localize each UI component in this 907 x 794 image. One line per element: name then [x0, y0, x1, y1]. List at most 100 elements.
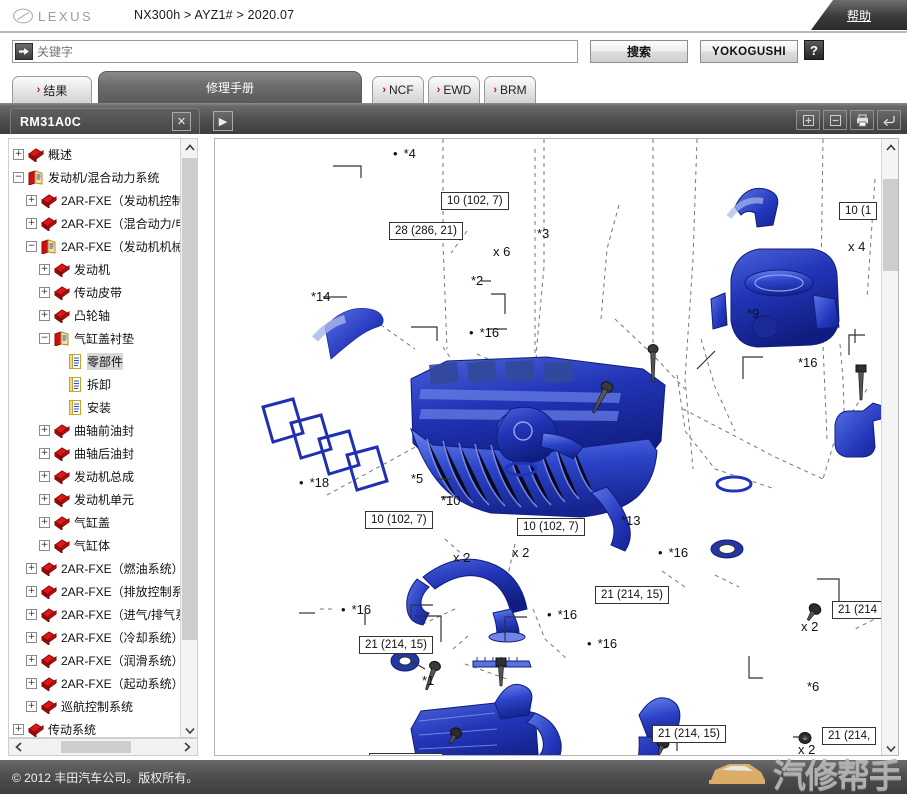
help-tab-label: 帮助: [846, 8, 871, 23]
zoom-out-icon[interactable]: [823, 110, 847, 130]
tree-item-19[interactable]: +2AR-FXE（排放控制系: [9, 580, 181, 603]
tree-item-12[interactable]: + 曲轴前油封: [9, 419, 181, 442]
tab-ewd[interactable]: › EWD: [428, 76, 480, 103]
tree-item-23[interactable]: +2AR-FXE（起动系统）: [9, 672, 181, 695]
tree-item-0[interactable]: + 概述: [9, 143, 181, 166]
expand-icon[interactable]: +: [39, 540, 50, 551]
expand-icon[interactable]: +: [39, 494, 50, 505]
tree-item-2[interactable]: +2AR-FXE（发动机控制: [9, 189, 181, 212]
navigation-tree-panel: + 概述 − 发动机/混合动力系统 +2AR-FXE（发动机控制 +2AR-FXE（混合动…: [8, 138, 198, 738]
expand-icon[interactable]: +: [26, 632, 37, 643]
expand-icon[interactable]: +: [26, 678, 37, 689]
zoom-in-icon[interactable]: [796, 110, 820, 130]
tree-item-label: 气缸盖: [74, 516, 111, 530]
search-input[interactable]: [33, 42, 577, 61]
tree-item-17[interactable]: + 气缸体: [9, 534, 181, 557]
expand-icon[interactable]: +: [39, 287, 50, 298]
help-tab-button[interactable]: 帮助: [811, 0, 907, 30]
tree-item-label: 发动机/混合动力系统: [48, 171, 160, 185]
expand-icon[interactable]: +: [39, 310, 50, 321]
tree-item-label: 发动机: [74, 263, 111, 277]
tree-scroll-down-icon[interactable]: [181, 722, 197, 737]
collapse-icon[interactable]: −: [26, 241, 37, 252]
tree-item-15[interactable]: + 发动机单元: [9, 488, 181, 511]
tree-item-20[interactable]: +2AR-FXE（进气/排气系: [9, 603, 181, 626]
expand-icon[interactable]: +: [13, 724, 24, 735]
tree-item-5[interactable]: + 发动机: [9, 258, 181, 281]
part-reference: x 4: [848, 239, 866, 254]
expand-icon[interactable]: +: [26, 586, 37, 597]
diagram-canvas[interactable]: 10 (102, 7) 28 (286, 21) 10 (1 10 (102, 7) 1…: [215, 139, 883, 755]
close-icon[interactable]: ✕: [172, 112, 191, 131]
book-icon: [41, 630, 57, 646]
expand-icon[interactable]: +: [39, 448, 50, 459]
print-icon[interactable]: [850, 110, 874, 130]
expand-icon[interactable]: +: [39, 425, 50, 436]
search-go-icon[interactable]: [15, 43, 33, 60]
torque-callout: 21 (214, 15): [652, 725, 727, 743]
tree-scroll-up-icon[interactable]: [181, 139, 197, 156]
tree-item-14[interactable]: + 发动机总成: [9, 465, 181, 488]
document-tab[interactable]: RM31A0C ✕: [10, 108, 200, 134]
tree-horizontal-scrollbar[interactable]: [8, 738, 198, 756]
tree-vertical-scrollbar[interactable]: [180, 139, 197, 737]
tree-item-22[interactable]: +2AR-FXE（润滑系统）: [9, 649, 181, 672]
page-icon: [67, 354, 83, 369]
document-scroll-up-icon[interactable]: [882, 139, 898, 156]
tab-arrow-icon: ›: [493, 84, 497, 96]
tree-scroll-left-icon[interactable]: [10, 739, 27, 755]
expand-icon[interactable]: +: [26, 563, 37, 574]
tree-item-13[interactable]: + 曲轴后油封: [9, 442, 181, 465]
tree-item-3[interactable]: +2AR-FXE（混合动力/电: [9, 212, 181, 235]
tree-item-10[interactable]: 拆卸: [9, 373, 181, 396]
book-icon: [41, 584, 57, 600]
tab-ncf[interactable]: › NCF: [372, 76, 424, 103]
help-question-icon[interactable]: ?: [804, 40, 824, 60]
tree-scroll-thumb[interactable]: [182, 158, 197, 640]
tree-item-6[interactable]: + 传动皮带: [9, 281, 181, 304]
main-area: + 概述 − 发动机/混合动力系统 +2AR-FXE（发动机控制 +2AR-FXE（混合动…: [0, 134, 907, 760]
expand-icon[interactable]: +: [26, 195, 37, 206]
tree-scroll-right-icon[interactable]: [179, 739, 196, 755]
tree-item-label: 凸轮轴: [74, 309, 111, 323]
expand-icon[interactable]: +: [39, 471, 50, 482]
tree-item-8[interactable]: − 气缸盖衬垫: [9, 327, 181, 350]
tree-item-1[interactable]: − 发动机/混合动力系统: [9, 166, 181, 189]
book-icon: [54, 538, 70, 554]
document-scroll-thumb[interactable]: [883, 179, 898, 271]
tree-item-label: 零部件: [87, 353, 124, 370]
expand-icon[interactable]: +: [39, 517, 50, 528]
collapse-icon[interactable]: −: [39, 333, 50, 344]
tree-item-25[interactable]: + 传动系统: [9, 718, 181, 737]
book-icon: [54, 423, 70, 439]
expand-icon[interactable]: +: [26, 701, 37, 712]
search-button[interactable]: 搜索: [590, 40, 688, 63]
play-right-icon[interactable]: ▶: [213, 111, 233, 131]
tree-item-4[interactable]: − 2AR-FXE（发动机机械: [9, 235, 181, 258]
tree-item-label: 2AR-FXE（起动系统）: [61, 677, 181, 691]
tree-item-24[interactable]: + 巡航控制系统: [9, 695, 181, 718]
yokogushi-button[interactable]: YOKOGUSHI: [700, 40, 798, 63]
part-reference: x 2: [453, 550, 471, 565]
tab-brm[interactable]: › BRM: [484, 76, 536, 103]
expand-icon[interactable]: +: [26, 609, 37, 620]
part-reference: *6: [807, 679, 820, 694]
tab-strip: › 结果 修理手册 › NCF › EWD › BRM: [0, 71, 907, 106]
tab-result[interactable]: › 结果: [12, 76, 92, 103]
tree-item-11[interactable]: 安装: [9, 396, 181, 419]
expand-icon[interactable]: +: [13, 149, 24, 160]
tree-item-21[interactable]: +2AR-FXE（冷却系统）: [9, 626, 181, 649]
collapse-icon[interactable]: −: [13, 172, 24, 183]
tab-repair-manual[interactable]: 修理手册: [98, 71, 362, 103]
tree-item-7[interactable]: + 凸轮轴: [9, 304, 181, 327]
tree-item-16[interactable]: + 气缸盖: [9, 511, 181, 534]
tree-hscroll-thumb[interactable]: [61, 741, 131, 753]
tree-item-18[interactable]: +2AR-FXE（燃油系统）: [9, 557, 181, 580]
expand-icon[interactable]: +: [26, 655, 37, 666]
document-vertical-scrollbar[interactable]: [881, 139, 898, 755]
back-icon[interactable]: [877, 110, 901, 130]
tree-item-9[interactable]: 零部件: [9, 350, 181, 373]
expand-icon[interactable]: +: [26, 218, 37, 229]
expand-icon[interactable]: +: [39, 264, 50, 275]
torque-callout: 21 (214: [832, 601, 883, 619]
